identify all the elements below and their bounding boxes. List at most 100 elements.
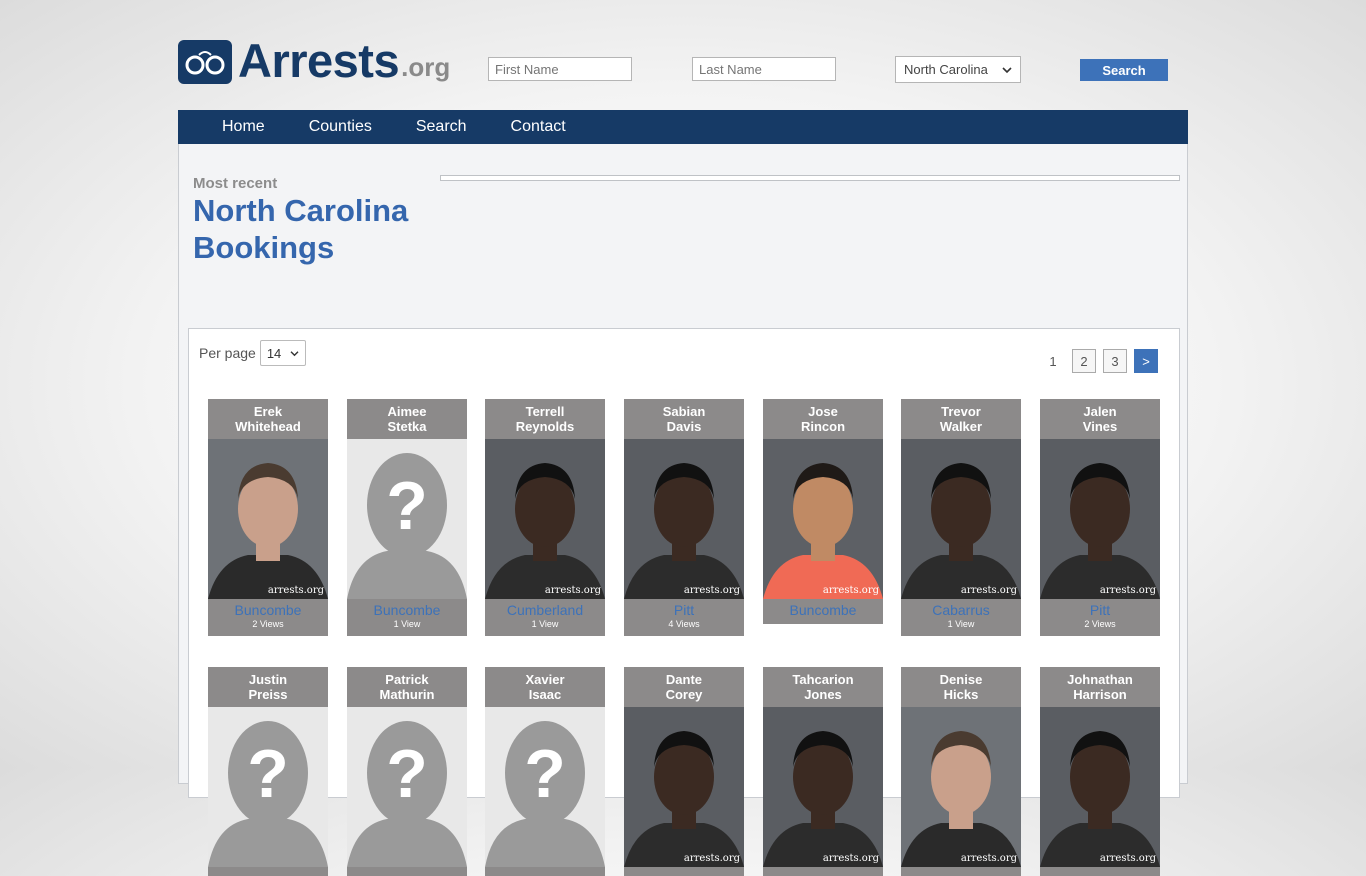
- booking-photo[interactable]: arrests.org: [763, 707, 883, 867]
- county-link[interactable]: Buncombe: [208, 602, 328, 618]
- view-count: [347, 870, 467, 876]
- booking-photo[interactable]: arrests.org: [763, 439, 883, 599]
- mugshot-photo: [763, 707, 883, 867]
- first-name: Jalen: [1083, 404, 1117, 419]
- first-name-input[interactable]: [488, 57, 632, 81]
- booking-name[interactable]: Sabian Davis: [624, 399, 744, 439]
- booking-card[interactable]: Dante Corey arrests.org: [624, 667, 744, 876]
- county-link[interactable]: Buncombe: [347, 602, 467, 618]
- booking-photo[interactable]: ?: [347, 439, 467, 599]
- booking-name[interactable]: Tahcarion Jones: [763, 667, 883, 707]
- booking-photo[interactable]: arrests.org: [485, 439, 605, 599]
- page-title: North Carolina Bookings: [193, 192, 408, 266]
- booking-card[interactable]: Sabian Davis arrests.org Pitt 4 Views: [624, 399, 744, 636]
- nav-search[interactable]: Search: [416, 118, 467, 136]
- page-title-line2: Bookings: [193, 230, 335, 265]
- booking-card[interactable]: Trevor Walker arrests.org Cabarrus 1 View: [901, 399, 1021, 636]
- page-2[interactable]: 2: [1072, 349, 1096, 373]
- booking-photo[interactable]: arrests.org: [901, 439, 1021, 599]
- next-page-button[interactable]: >: [1134, 349, 1158, 373]
- booking-name[interactable]: Terrell Reynolds: [485, 399, 605, 439]
- county-link[interactable]: Buncombe: [763, 602, 883, 618]
- mugshot-photo: [901, 707, 1021, 867]
- first-name: Patrick: [385, 672, 429, 687]
- booking-name[interactable]: Trevor Walker: [901, 399, 1021, 439]
- logo-extension: .org: [401, 52, 451, 82]
- booking-card[interactable]: Xavier Isaac?: [485, 667, 605, 876]
- watermark: arrests.org: [960, 853, 1017, 864]
- first-name: Johnathan: [1067, 672, 1133, 687]
- booking-photo[interactable]: arrests.org: [208, 439, 328, 599]
- page-1[interactable]: 1: [1041, 349, 1065, 373]
- booking-photo[interactable]: arrests.org: [1040, 707, 1160, 867]
- booking-name[interactable]: Aimee Stetka: [347, 399, 467, 439]
- booking-card[interactable]: Terrell Reynolds arrests.org Cumberland 1 Vi…: [485, 399, 605, 636]
- site-logo[interactable]: Arrests .org: [178, 34, 450, 86]
- mugshot-photo: [624, 707, 744, 867]
- booking-name[interactable]: Jose Rincon: [763, 399, 883, 439]
- per-page-label: Per page: [199, 345, 256, 361]
- first-name: Sabian: [662, 404, 706, 419]
- last-name: Jones: [804, 687, 842, 702]
- nav-contact[interactable]: Contact: [511, 118, 566, 136]
- county-link[interactable]: Cumberland: [485, 602, 605, 618]
- booking-photo[interactable]: ?: [485, 707, 605, 867]
- per-page-value: 14: [266, 345, 282, 361]
- booking-name[interactable]: Dante Corey: [624, 667, 744, 707]
- booking-card[interactable]: Erek Whitehead arrests.org Buncombe 2 Views: [208, 399, 328, 636]
- booking-photo[interactable]: arrests.org: [624, 439, 744, 599]
- last-name: Harrison: [1073, 687, 1127, 702]
- last-name-input[interactable]: [692, 57, 836, 81]
- first-name: Terrell: [525, 404, 565, 419]
- booking-card[interactable]: Tahcarion Jones arrests.org: [763, 667, 883, 876]
- last-name: Stetka: [387, 419, 427, 434]
- view-count: 2 Views: [1084, 619, 1116, 629]
- search-button[interactable]: Search: [1080, 59, 1168, 81]
- view-count: 2 Views: [252, 619, 284, 629]
- no-photo-silhouette: ?: [485, 707, 605, 867]
- ad-banner: [440, 175, 1180, 181]
- svg-text:?: ?: [524, 736, 566, 812]
- booking-photo[interactable]: ?: [347, 707, 467, 867]
- last-name: Corey: [665, 687, 703, 702]
- per-page-select[interactable]: 14: [259, 340, 306, 366]
- main-content: Most recent North Carolina Bookings Per …: [178, 144, 1188, 876]
- booking-name[interactable]: Patrick Mathurin: [347, 667, 467, 707]
- booking-photo[interactable]: arrests.org: [624, 707, 744, 867]
- main-nav: Home Counties Search Contact: [178, 110, 1188, 144]
- mugshot-photo: [485, 439, 605, 599]
- booking-card[interactable]: Patrick Mathurin?: [347, 667, 467, 876]
- booking-photo[interactable]: ?: [208, 707, 328, 867]
- booking-name[interactable]: Erek Whitehead: [208, 399, 328, 439]
- booking-name[interactable]: Jalen Vines: [1040, 399, 1160, 439]
- view-count: [624, 870, 744, 876]
- booking-card[interactable]: Aimee Stetka? Buncombe 1 View: [347, 399, 467, 636]
- county-link[interactable]: Pitt: [1040, 602, 1160, 618]
- booking-name[interactable]: Denise Hicks: [901, 667, 1021, 707]
- svg-text:?: ?: [386, 468, 428, 544]
- booking-name[interactable]: Xavier Isaac: [485, 667, 605, 707]
- last-name: Mathurin: [379, 687, 435, 702]
- county-link[interactable]: Pitt: [624, 602, 744, 618]
- booking-photo[interactable]: arrests.org: [901, 707, 1021, 867]
- watermark: arrests.org: [683, 585, 740, 596]
- mugshot-photo: [901, 439, 1021, 599]
- page-3[interactable]: 3: [1103, 349, 1127, 373]
- booking-card[interactable]: Jose Rincon arrests.org Buncombe: [763, 399, 883, 624]
- booking-name[interactable]: Justin Preiss: [208, 667, 328, 707]
- booking-photo[interactable]: arrests.org: [1040, 439, 1160, 599]
- nav-counties[interactable]: Counties: [309, 118, 372, 136]
- nav-home[interactable]: Home: [222, 118, 265, 136]
- booking-card[interactable]: Denise Hicks arrests.org: [901, 667, 1021, 876]
- watermark: arrests.org: [1099, 585, 1156, 596]
- last-name: Isaac: [528, 687, 562, 702]
- booking-name[interactable]: Johnathan Harrison: [1040, 667, 1160, 707]
- view-count: 4 Views: [668, 619, 700, 629]
- state-select[interactable]: North Carolina: [895, 56, 1021, 83]
- county-link[interactable]: Cabarrus: [901, 602, 1021, 618]
- booking-card[interactable]: Justin Preiss?: [208, 667, 328, 876]
- booking-card[interactable]: Johnathan Harrison arrests.org: [1040, 667, 1160, 876]
- svg-text:?: ?: [247, 736, 289, 812]
- mugshot-photo: [208, 439, 328, 599]
- booking-card[interactable]: Jalen Vines arrests.org Pitt 2 Views: [1040, 399, 1160, 636]
